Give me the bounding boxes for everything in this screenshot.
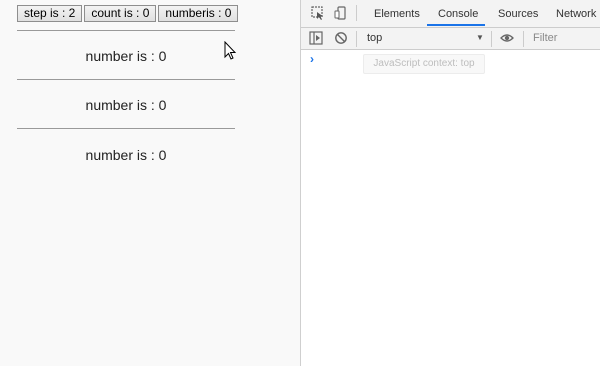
dropdown-arrow-icon[interactable]: ▼ (476, 33, 484, 42)
toolbar-separator (356, 31, 357, 47)
divider (17, 30, 235, 31)
context-selector[interactable]: top (367, 32, 382, 44)
tab-separator (356, 5, 357, 21)
toolbar-separator (523, 31, 524, 47)
page-viewport: step is : 2 count is : 0 numberis : 0 nu… (0, 0, 300, 366)
clear-console-icon[interactable] (334, 31, 348, 45)
show-sidebar-icon[interactable] (309, 31, 323, 45)
context-tooltip: JavaScript context: top (363, 54, 485, 74)
tab-sources[interactable]: Sources (498, 8, 538, 20)
number-line: number is : 0 (85, 48, 167, 64)
divider (17, 128, 235, 129)
tab-network[interactable]: Network (556, 8, 596, 20)
devtools-tabbar: Elements Console Sources Network (301, 0, 600, 28)
filter-input[interactable]: Filter (533, 32, 557, 44)
console-prompt-icon[interactable]: › (310, 52, 314, 66)
tab-elements[interactable]: Elements (374, 8, 420, 20)
mouse-cursor-icon (224, 41, 237, 60)
number-line: number is : 0 (85, 147, 167, 163)
devtools-panel: Elements Console Sources Network top ▼ F… (300, 0, 600, 366)
live-expression-eye-icon[interactable] (500, 31, 514, 45)
button-bar: step is : 2 count is : 0 numberis : 0 (17, 5, 240, 22)
number-line: number is : 0 (85, 97, 167, 113)
step-button[interactable]: step is : 2 (17, 5, 83, 22)
number-button[interactable]: numberis : 0 (158, 5, 239, 22)
active-tab-indicator (427, 24, 485, 26)
divider (17, 79, 235, 80)
console-toolbar: top ▼ Filter (301, 28, 600, 50)
tab-console[interactable]: Console (438, 8, 478, 20)
count-button[interactable]: count is : 0 (84, 5, 157, 22)
device-toolbar-icon[interactable] (334, 6, 348, 20)
inspect-element-icon[interactable] (311, 6, 325, 20)
toolbar-separator (491, 31, 492, 47)
